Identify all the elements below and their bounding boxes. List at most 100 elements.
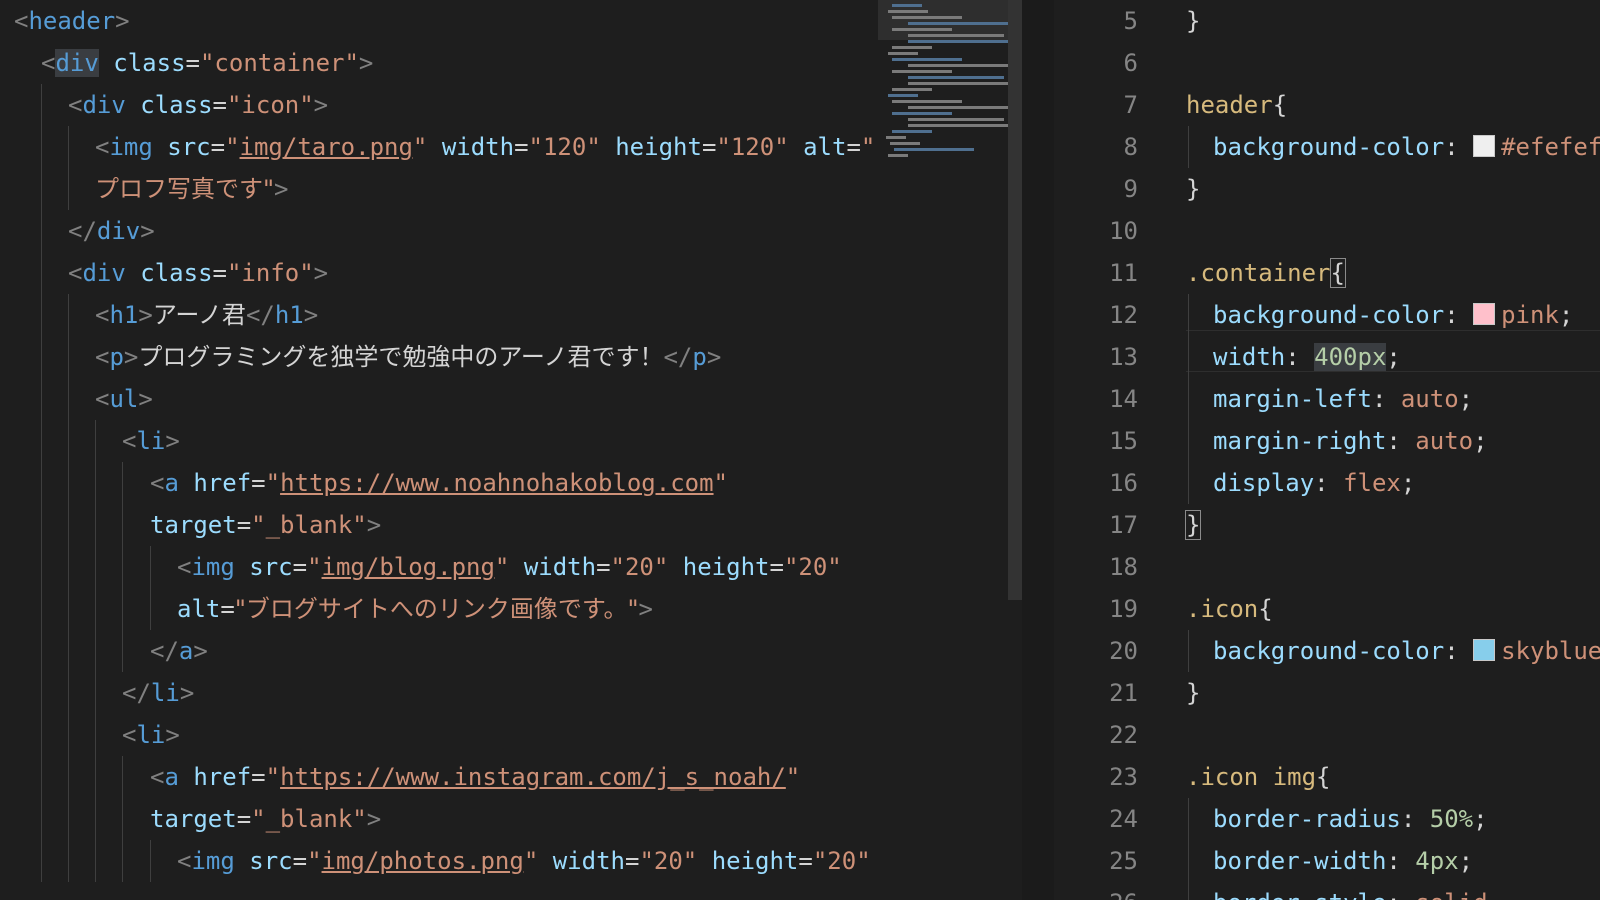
css-token-brace: } (1186, 679, 1201, 707)
indent-guide (68, 378, 69, 420)
token-tag: p (692, 343, 707, 371)
css-token-brace: ; (1458, 847, 1474, 875)
token-url: img/blog.png (321, 553, 495, 581)
token-str: " (785, 763, 801, 791)
indent-guide (95, 588, 96, 630)
minimap-line (888, 52, 918, 55)
line-number: 17 (1109, 511, 1138, 539)
minimap-line (890, 142, 920, 145)
token-str: "20" (639, 847, 698, 875)
line-number: 16 (1109, 469, 1138, 497)
indent-guide (122, 756, 123, 798)
indent-guide (122, 840, 123, 882)
css-editor-pane[interactable]: 567891011121314151617181920212223242526 … (1054, 0, 1600, 900)
indent-guide (95, 798, 96, 840)
css-token-sel: .icon (1186, 595, 1259, 623)
css-token-brace: : (1285, 343, 1315, 371)
indent-guide (1188, 882, 1189, 900)
indent-guide (68, 798, 69, 840)
token-eq: = (514, 133, 529, 161)
token-str: " (265, 763, 281, 791)
color-swatch-icon[interactable] (1473, 135, 1496, 157)
css-token-brace: ; (1458, 385, 1474, 413)
token-punc: < (177, 847, 192, 875)
token-tag: img (109, 133, 153, 161)
token-punc: </ (245, 301, 275, 329)
indent-guide (1188, 420, 1189, 462)
css-token-brace: } (1184, 510, 1202, 540)
minimap-line (888, 10, 928, 13)
token-punc: < (95, 133, 110, 161)
css-token-brace: ; (1473, 805, 1488, 833)
color-swatch-icon[interactable] (1473, 639, 1496, 661)
css-token-sel: .container (1186, 259, 1331, 287)
css-token-val: #efefef (1501, 133, 1600, 161)
token-tag: a (164, 469, 179, 497)
indent-guide (95, 756, 96, 798)
token-punc: > (366, 511, 382, 539)
indent-guide (41, 546, 42, 588)
indent-guide (1188, 798, 1189, 840)
editor-group-splitter[interactable] (1022, 0, 1054, 900)
html-editor-pane[interactable]: <header> <div class="container"> <div clas… (0, 0, 1022, 900)
token-eq: = (701, 133, 717, 161)
token-str: "_blank" (251, 511, 367, 539)
vertical-scrollbar[interactable] (1008, 0, 1022, 600)
token-attr: class (140, 259, 213, 287)
token-punc: > (138, 301, 153, 329)
minimap-line (892, 16, 962, 19)
token-attr: src (249, 553, 293, 581)
line-number-gutter: 5 6 7 8 9 10 11 12 13 14 15 16 17 18 19 20 21 22 23 24 25 26 (1054, 0, 1146, 900)
token-punc: </ (122, 679, 151, 707)
token-str: " (307, 847, 322, 875)
token-url: https://www.instagram.com/j_s_noah/ (280, 763, 786, 791)
line-number: 8 (1123, 133, 1138, 161)
token-url: img/taro.png (239, 133, 413, 161)
token-eq: = (596, 553, 611, 581)
minimap-line (892, 130, 932, 133)
token-punc: > (303, 301, 319, 329)
indent-guide (41, 378, 42, 420)
token-punc: < (150, 763, 165, 791)
line-number: 10 (1109, 217, 1138, 245)
token-str: プロフ写真です" (95, 175, 275, 203)
token-punc: > (366, 805, 382, 833)
token-eq: = (292, 847, 308, 875)
indent-guide (68, 840, 69, 882)
minimap-line (908, 82, 1014, 85)
token-tag: img (191, 847, 235, 875)
color-swatch-icon[interactable] (1473, 303, 1496, 325)
indent-guide (1188, 378, 1189, 420)
indent-guide (1188, 840, 1189, 882)
indent-guide (150, 588, 151, 630)
token-attr: target (150, 805, 237, 833)
css-token-brace: : (1371, 385, 1401, 413)
token-punc: < (95, 301, 110, 329)
token-str: "ブログサイトへのリンク画像です。" (234, 595, 639, 623)
indent-guide (95, 462, 96, 504)
token-str: "icon" (226, 91, 314, 119)
token-punc: > (115, 7, 130, 35)
minimap-line (888, 154, 908, 157)
css-token-num: 50% (1429, 805, 1474, 833)
minimap-line (908, 64, 1008, 67)
token-punc: > (179, 679, 195, 707)
css-token-brace: : (1444, 637, 1474, 665)
line-number: 15 (1109, 427, 1138, 455)
token-str: " (523, 847, 539, 875)
css-token-prop: display (1213, 469, 1315, 497)
token-text: プログラミングを独学で勉強中のアーノ君です！ (138, 343, 664, 371)
indent-guide (68, 420, 69, 462)
line-number: 26 (1054, 882, 1146, 900)
line-number: 6 (1123, 49, 1138, 77)
css-token-prop: background-color (1213, 133, 1445, 161)
css-token-prop: margin-right (1213, 427, 1387, 455)
indent-guide (68, 504, 69, 546)
token-str: "_blank" (251, 805, 367, 833)
minimap[interactable] (878, 0, 1022, 170)
css-token-val: skyblue (1501, 637, 1600, 665)
minimap-line (908, 118, 1004, 121)
css-token-prop: width (1213, 343, 1286, 371)
